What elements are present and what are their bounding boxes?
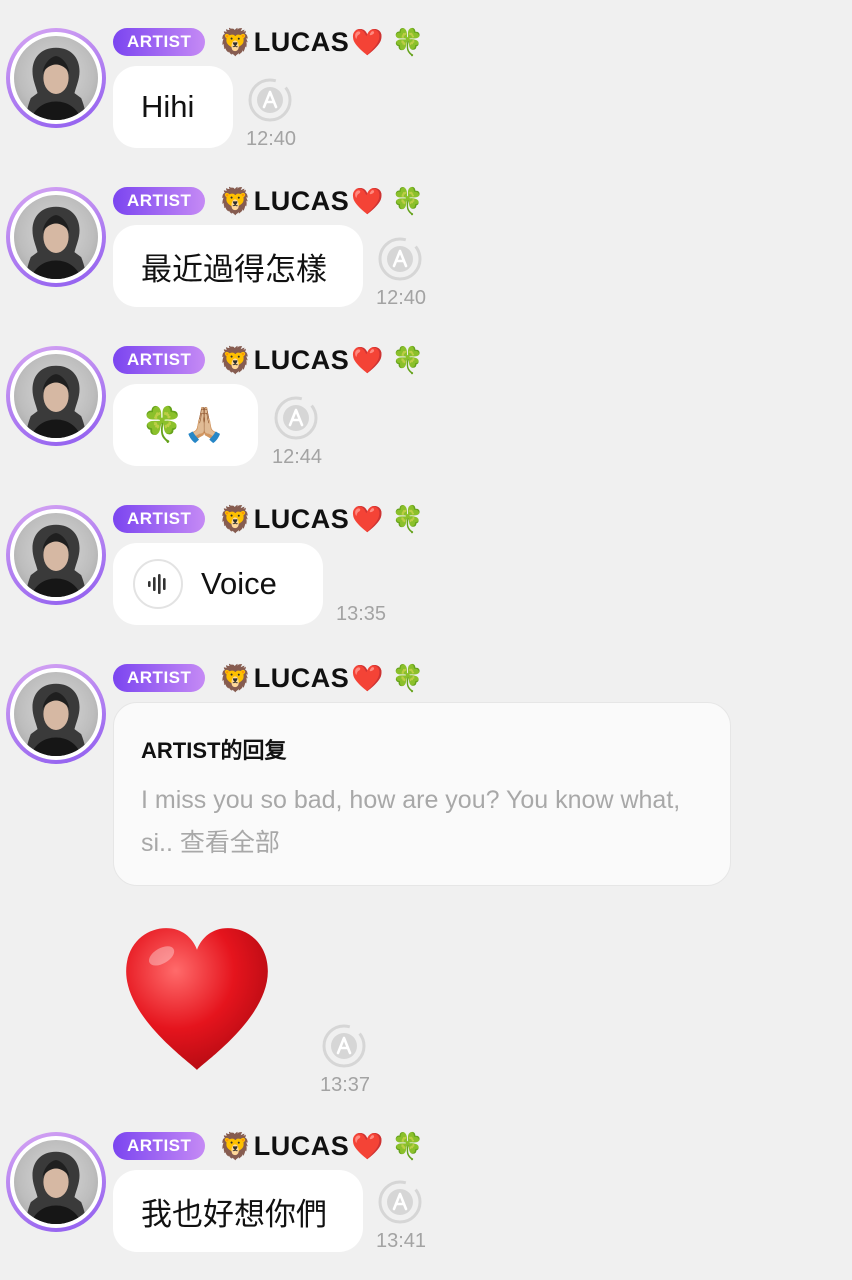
lion-icon: 🦁 (219, 504, 252, 534)
read-status-icon (248, 78, 292, 122)
avatar[interactable] (6, 187, 106, 287)
clover-icon: 🍀 (391, 186, 425, 216)
avatar[interactable] (6, 346, 106, 446)
sender-name[interactable]: 🦁 LUCAS ❤️ 🍀 (219, 663, 424, 694)
voice-message-bubble[interactable]: Voice (113, 543, 323, 625)
heart-icon: ❤️ (351, 504, 384, 534)
avatar[interactable] (6, 664, 106, 764)
message-meta: 12:40 (246, 76, 296, 151)
timestamp: 13:37 (320, 1074, 371, 1096)
message-bubble[interactable]: 🍀🙏🏼 (113, 384, 258, 466)
sender-name[interactable]: 🦁 LUCAS ❤️ 🍀 (219, 27, 424, 58)
chat-thread: ARTIST 🦁 LUCAS ❤️ 🍀 Hihi 12:40 ARTIST 🦁 … (0, 0, 852, 1280)
clover-icon: 🍀 (391, 663, 425, 693)
sender-row: ARTIST 🦁 LUCAS ❤️ 🍀 (113, 503, 424, 535)
timestamp: 12:40 (246, 128, 297, 150)
heart-icon: ❤️ (351, 345, 384, 375)
timestamp: 13:41 (376, 1230, 427, 1252)
sender-row: ARTIST 🦁 LUCAS ❤️ 🍀 (113, 26, 424, 58)
message-meta: 12:40 (376, 235, 426, 310)
sender-name[interactable]: 🦁 LUCAS ❤️ 🍀 (219, 504, 424, 535)
message-meta: 12:44 (272, 394, 322, 469)
heart-icon: ❤️ (351, 27, 384, 57)
artist-badge: ARTIST (113, 187, 206, 215)
clover-icon: 🍀 (391, 1131, 425, 1161)
voice-label: Voice (201, 566, 277, 601)
artist-badge: ARTIST (113, 664, 206, 692)
timestamp: 12:44 (272, 446, 323, 468)
timestamp: 12:40 (376, 287, 427, 309)
sender-row: ARTIST 🦁 LUCAS ❤️ 🍀 (113, 1130, 424, 1162)
lion-icon: 🦁 (219, 345, 252, 375)
sender-name[interactable]: 🦁 LUCAS ❤️ 🍀 (219, 345, 424, 376)
read-status-icon (322, 1024, 366, 1068)
read-status-icon (274, 396, 318, 440)
message-bubble[interactable]: 最近過得怎樣 (113, 225, 363, 307)
lion-icon: 🦁 (219, 663, 252, 693)
lion-icon: 🦁 (219, 27, 252, 57)
view-all-link[interactable]: 查看全部 (180, 829, 280, 857)
heart-icon: ❤️ (351, 1131, 384, 1161)
read-status-icon (378, 237, 422, 281)
heart-icon: ❤️ (351, 186, 384, 216)
message-meta: 13:35 (336, 599, 386, 626)
lion-icon: 🦁 (219, 1131, 252, 1161)
audio-wave-icon[interactable] (133, 559, 183, 609)
timestamp: 13:35 (336, 603, 387, 625)
heart-sticker[interactable] (120, 922, 274, 1076)
message-bubble[interactable]: Hihi (113, 66, 233, 148)
reply-card[interactable]: ARTIST的回复 I miss you so bad, how are you… (113, 702, 731, 886)
message-bubble[interactable]: 我也好想你們 (113, 1170, 363, 1252)
sender-name[interactable]: 🦁 LUCAS ❤️ 🍀 (219, 186, 424, 217)
avatar[interactable] (6, 1132, 106, 1232)
clover-icon: 🍀 (391, 345, 425, 375)
sender-row: ARTIST 🦁 LUCAS ❤️ 🍀 (113, 185, 424, 217)
avatar[interactable] (6, 28, 106, 128)
read-status-icon (378, 1180, 422, 1224)
message-meta: 13:41 (376, 1178, 426, 1253)
sender-row: ARTIST 🦁 LUCAS ❤️ 🍀 (113, 662, 424, 694)
clover-icon: 🍀 (391, 504, 425, 534)
artist-badge: ARTIST (113, 505, 206, 533)
clover-icon: 🍀 (391, 27, 425, 57)
message-meta: 13:37 (320, 1022, 370, 1097)
sender-row: ARTIST 🦁 LUCAS ❤️ 🍀 (113, 344, 424, 376)
sender-name[interactable]: 🦁 LUCAS ❤️ 🍀 (219, 1131, 424, 1162)
lion-icon: 🦁 (219, 186, 252, 216)
reply-preview: I miss you so bad, how are you? You know… (141, 786, 681, 857)
artist-badge: ARTIST (113, 28, 206, 56)
artist-badge: ARTIST (113, 346, 206, 374)
reply-title: ARTIST的回复 (141, 738, 287, 763)
avatar[interactable] (6, 505, 106, 605)
heart-icon: ❤️ (351, 663, 384, 693)
artist-badge: ARTIST (113, 1132, 206, 1160)
